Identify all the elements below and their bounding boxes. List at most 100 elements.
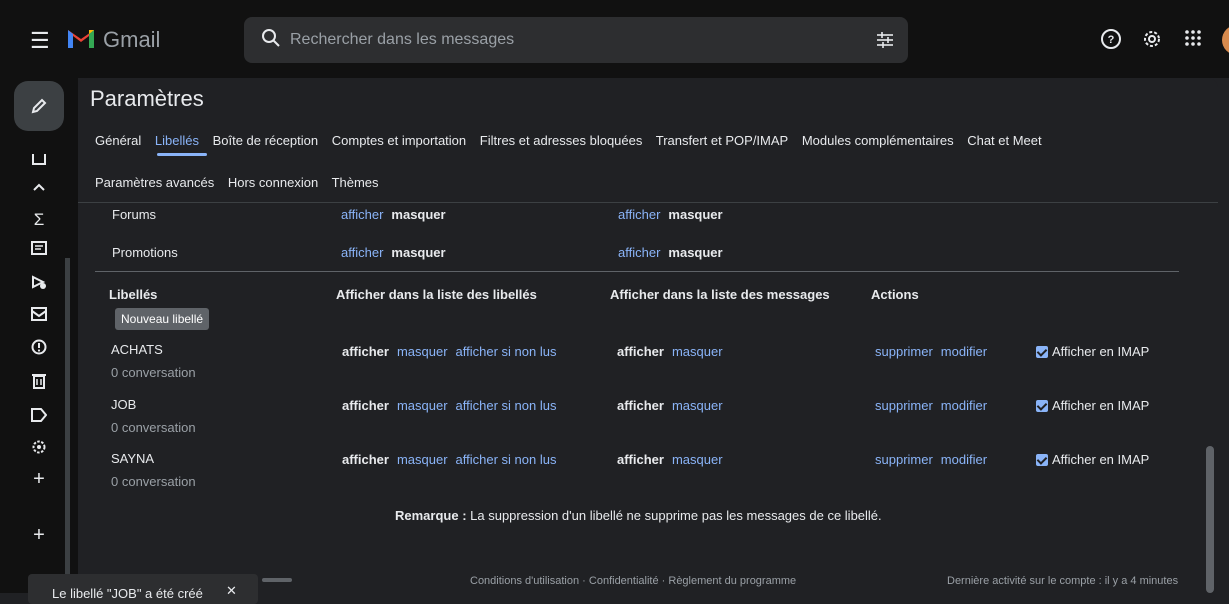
- search-bar[interactable]: [244, 17, 908, 63]
- col-header-label-list: Afficher dans la liste des libellés: [336, 287, 537, 302]
- main-menu-icon[interactable]: ☰: [30, 28, 50, 54]
- hide-link[interactable]: masquer: [397, 344, 448, 359]
- tabs-divider: [78, 202, 1218, 203]
- imap-toggle[interactable]: Afficher en IMAP: [1036, 344, 1149, 359]
- search-input[interactable]: [288, 30, 852, 50]
- pencil-icon: [31, 98, 47, 114]
- delete-note: Remarque : La suppression d'un libellé n…: [395, 508, 882, 523]
- show-selected: afficher: [342, 344, 389, 359]
- compose-button[interactable]: [14, 81, 64, 131]
- show-if-unread-link[interactable]: afficher si non lus: [456, 452, 557, 467]
- apps-grid-icon[interactable]: [1183, 28, 1203, 48]
- label-name: JOB: [111, 397, 137, 412]
- show-if-unread-link[interactable]: afficher si non lus: [456, 344, 557, 359]
- hide-link[interactable]: masquer: [672, 398, 723, 413]
- tab-themes[interactable]: Thèmes: [332, 175, 379, 190]
- tab-general[interactable]: Général: [95, 133, 141, 148]
- imap-label: Afficher en IMAP: [1052, 344, 1150, 359]
- settings-tabs-row2: Paramètres avancés Hors connexion Thèmes: [95, 175, 389, 190]
- imap-checkbox[interactable]: [1036, 454, 1048, 466]
- tab-forwarding[interactable]: Transfert et POP/IMAP: [656, 133, 788, 148]
- rail-scrollbar[interactable]: [65, 258, 70, 593]
- imap-label: Afficher en IMAP: [1052, 398, 1150, 413]
- show-selected: afficher: [342, 452, 389, 467]
- mail-icon[interactable]: [30, 305, 48, 323]
- app-name[interactable]: Gmail: [103, 27, 160, 53]
- hide-link[interactable]: masquer: [672, 452, 723, 467]
- plus-icon[interactable]: +: [30, 468, 48, 490]
- svg-text:?: ?: [1108, 34, 1115, 46]
- toast-handle: [262, 578, 292, 582]
- label-list-visibility: afficher masquer afficher si non lus: [342, 452, 564, 467]
- category-name: Promotions: [112, 245, 178, 260]
- tab-accounts[interactable]: Comptes et importation: [332, 133, 466, 148]
- label-count: 0 conversation: [111, 365, 196, 380]
- scheduled-icon[interactable]: [30, 273, 48, 291]
- hide-link[interactable]: masquer: [397, 398, 448, 413]
- note-text: La suppression d'un libellé ne supprime …: [466, 508, 882, 523]
- label-list-visibility: afficher masquer afficher si non lus: [342, 344, 564, 359]
- edit-link[interactable]: modifier: [941, 398, 987, 413]
- hide-selected: masquer: [668, 245, 723, 260]
- show-link[interactable]: afficher: [341, 245, 383, 260]
- delete-link[interactable]: supprimer: [875, 398, 933, 413]
- spam-icon[interactable]: [30, 338, 48, 356]
- gmail-logo-icon[interactable]: [66, 26, 96, 48]
- edit-link[interactable]: modifier: [941, 452, 987, 467]
- message-list-visibility: afficher masquer: [617, 344, 731, 359]
- category-label-visibility: afficher masquer: [341, 207, 454, 222]
- chat-icon[interactable]: [30, 240, 48, 258]
- all-mail-icon[interactable]: Σ: [30, 210, 48, 229]
- show-if-unread-link[interactable]: afficher si non lus: [456, 398, 557, 413]
- inbox-icon[interactable]: [30, 150, 48, 168]
- edit-link[interactable]: modifier: [941, 344, 987, 359]
- snackbar-message: Le libellé "JOB" a été créé: [52, 586, 203, 601]
- label-icon[interactable]: [30, 406, 48, 424]
- search-options-icon[interactable]: [874, 29, 896, 51]
- main-scrollbar[interactable]: [1206, 446, 1214, 593]
- label-name: ACHATS: [111, 342, 163, 357]
- hide-link[interactable]: masquer: [672, 344, 723, 359]
- message-list-visibility: afficher masquer: [617, 452, 731, 467]
- tab-chat-meet[interactable]: Chat et Meet: [967, 133, 1041, 148]
- tab-inbox[interactable]: Boîte de réception: [213, 133, 319, 148]
- help-icon[interactable]: ?: [1100, 28, 1122, 50]
- page-title: Paramètres: [90, 86, 204, 111]
- tab-offline[interactable]: Hors connexion: [228, 175, 318, 190]
- show-link[interactable]: afficher: [618, 245, 660, 260]
- left-rail: Σ + +: [0, 78, 78, 593]
- settings-tabs-row1: Général Libellés Boîte de réception Comp…: [95, 133, 1052, 148]
- imap-toggle[interactable]: Afficher en IMAP: [1036, 398, 1149, 413]
- hide-link[interactable]: masquer: [397, 452, 448, 467]
- account-avatar[interactable]: [1222, 25, 1229, 55]
- col-header-labels: Libellés: [109, 287, 158, 302]
- snackbar: Le libellé "JOB" a été créé ✕: [28, 574, 258, 604]
- search-icon[interactable]: [261, 28, 281, 48]
- footer-links[interactable]: Conditions d'utilisation · Confidentiali…: [470, 575, 796, 587]
- delete-link[interactable]: supprimer: [875, 344, 933, 359]
- add-label-plus-icon[interactable]: +: [30, 524, 48, 546]
- label-count: 0 conversation: [111, 420, 196, 435]
- col-header-message-list: Afficher dans la liste des messages: [610, 287, 830, 302]
- hide-selected: masquer: [391, 245, 446, 260]
- tab-advanced[interactable]: Paramètres avancés: [95, 175, 214, 190]
- show-link[interactable]: afficher: [341, 207, 383, 222]
- settings-gear-icon[interactable]: [1141, 28, 1163, 50]
- category-message-visibility: afficher masquer: [618, 207, 731, 222]
- manage-labels-gear-icon[interactable]: [30, 438, 48, 456]
- tab-labels[interactable]: Libellés: [155, 133, 199, 148]
- tab-addons[interactable]: Modules complémentaires: [802, 133, 954, 148]
- note-prefix: Remarque :: [395, 508, 467, 523]
- trash-icon[interactable]: [30, 372, 48, 390]
- delete-link[interactable]: supprimer: [875, 452, 933, 467]
- imap-checkbox[interactable]: [1036, 400, 1048, 412]
- category-name: Forums: [112, 207, 157, 222]
- show-link[interactable]: afficher: [618, 207, 660, 222]
- imap-toggle[interactable]: Afficher en IMAP: [1036, 452, 1149, 467]
- imap-checkbox[interactable]: [1036, 346, 1048, 358]
- tab-filters[interactable]: Filtres et adresses bloquées: [480, 133, 643, 148]
- chevron-up-icon[interactable]: [30, 178, 48, 196]
- show-selected: afficher: [617, 344, 664, 359]
- close-icon[interactable]: ✕: [226, 583, 237, 599]
- label-name: SAYNA: [111, 451, 155, 466]
